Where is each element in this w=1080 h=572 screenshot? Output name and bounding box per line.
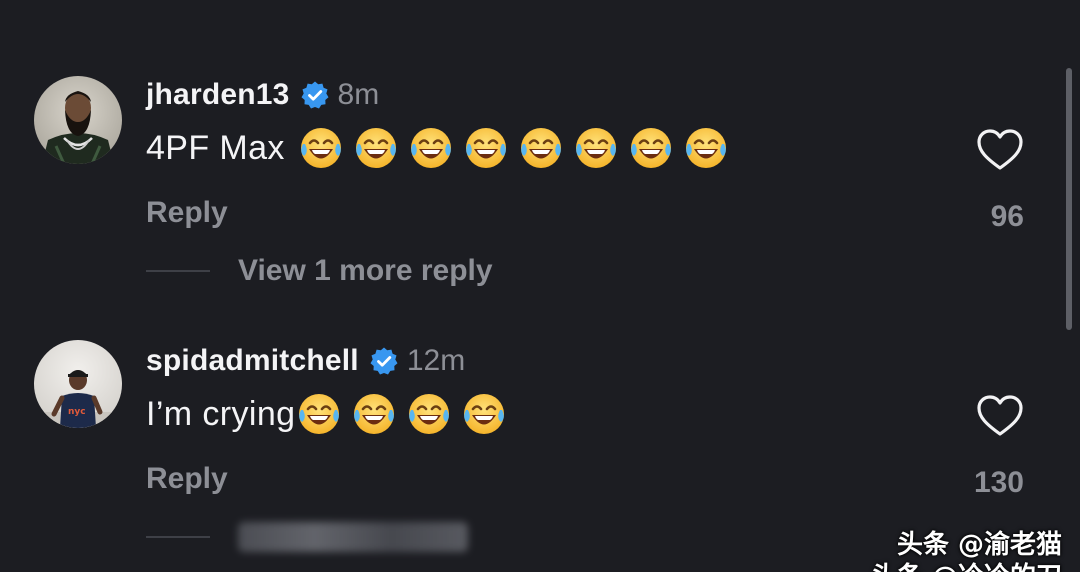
laughing-tears-emoji	[460, 390, 508, 438]
comment-body: I’m crying	[146, 390, 515, 438]
laughing-tears-emoji	[572, 124, 620, 172]
laughing-tears-emoji	[407, 124, 455, 172]
laughing-tears-emoji	[350, 390, 398, 438]
username[interactable]: spidadmitchell	[146, 344, 359, 378]
divider-line	[146, 536, 210, 538]
watermark: 头条 @冷冷的刀	[871, 556, 1062, 572]
laughing-tears-emoji	[627, 124, 675, 172]
heart-icon[interactable]	[976, 128, 1024, 172]
scrollbar[interactable]	[1066, 68, 1072, 330]
reply-button[interactable]: Reply	[146, 462, 228, 496]
comment-time: 12m	[406, 344, 466, 377]
reply-button[interactable]: Reply	[146, 196, 228, 230]
comment-header: jharden13 8m	[146, 78, 379, 112]
comment-time: 8m	[337, 78, 380, 111]
like-count: 96	[990, 200, 1024, 233]
comment-header: spidadmitchell 12m	[146, 344, 465, 378]
avatar-image: nyc	[34, 340, 122, 428]
emoji-group	[295, 390, 515, 438]
view-replies-button[interactable]	[146, 522, 468, 552]
comment-text: I’m crying	[146, 394, 296, 433]
avatar[interactable]	[34, 76, 122, 164]
laughing-tears-emoji	[462, 124, 510, 172]
view-replies-button[interactable]: View 1 more reply	[146, 254, 493, 288]
avatar[interactable]: nyc	[34, 340, 122, 428]
verified-badge-icon	[369, 346, 399, 376]
emoji-group	[297, 124, 737, 172]
laughing-tears-emoji	[297, 124, 345, 172]
laughing-tears-emoji	[517, 124, 565, 172]
divider-line	[146, 270, 210, 272]
svg-text:nyc: nyc	[68, 407, 86, 417]
comment-text: 4PF Max	[146, 128, 285, 167]
view-replies-label: View 1 more reply	[238, 254, 493, 287]
like-count: 130	[973, 466, 1024, 499]
blurred-replies-label	[238, 522, 468, 552]
verified-badge-icon	[300, 80, 330, 110]
username[interactable]: jharden13	[146, 78, 290, 112]
laughing-tears-emoji	[682, 124, 730, 172]
laughing-tears-emoji	[352, 124, 400, 172]
comment-body: 4PF Max	[146, 124, 737, 172]
laughing-tears-emoji	[405, 390, 453, 438]
heart-icon[interactable]	[976, 394, 1024, 438]
avatar-image	[34, 76, 122, 164]
laughing-tears-emoji	[295, 390, 343, 438]
